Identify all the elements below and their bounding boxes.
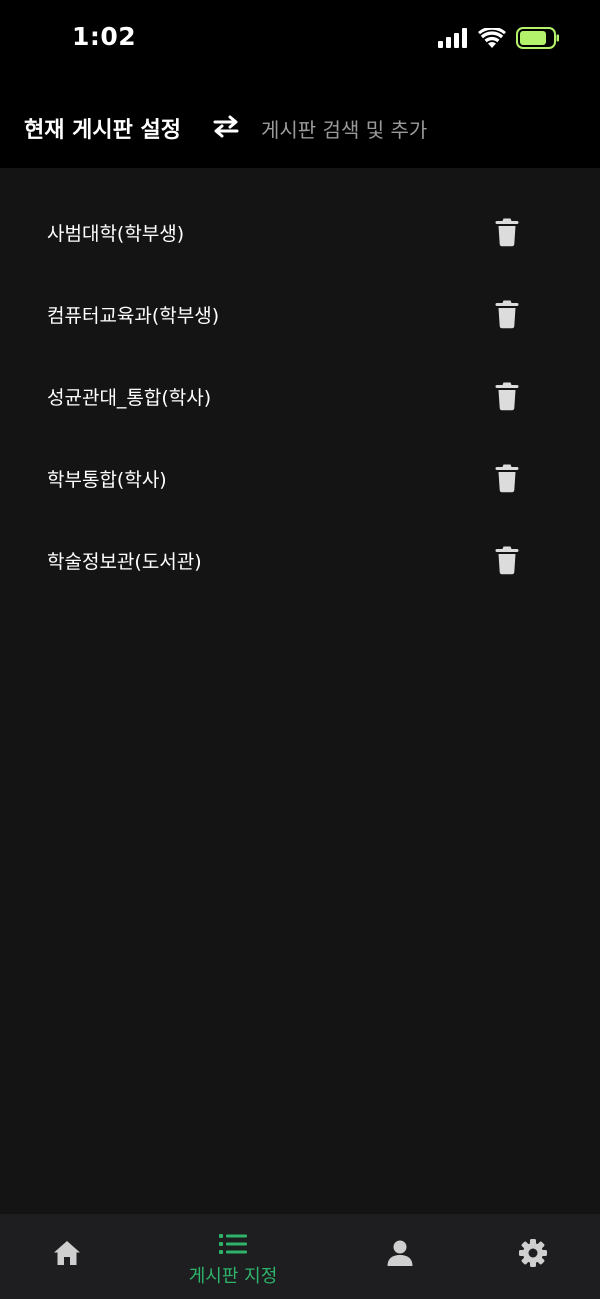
trash-icon xyxy=(495,464,519,493)
nav-item-board-select[interactable]: 게시판 지정 xyxy=(158,1214,308,1299)
gear-icon xyxy=(518,1238,548,1268)
board-list: 사범대학(학부생) 컴퓨터교육과(학부생) 성균관대_통합(학사) 학부통합(학… xyxy=(0,168,600,1214)
board-label: 성균관대_통합(학사) xyxy=(47,387,212,409)
board-item: 학술정보관(도서관) xyxy=(0,519,600,601)
wifi-icon xyxy=(478,26,506,53)
delete-button[interactable] xyxy=(492,543,522,577)
swap-arrows-icon[interactable] xyxy=(211,114,241,138)
signal-icon xyxy=(438,28,468,52)
board-item: 학부통합(학사) xyxy=(0,437,600,519)
person-icon xyxy=(385,1238,415,1268)
nav-item-profile[interactable] xyxy=(325,1214,475,1299)
board-label: 컴퓨터교육과(학부생) xyxy=(47,305,220,327)
page-title: 현재 게시판 설정 xyxy=(24,118,181,143)
delete-button[interactable] xyxy=(492,461,522,495)
board-label: 학술정보관(도서관) xyxy=(47,551,202,573)
nav-label: 게시판 지정 xyxy=(188,1266,278,1287)
board-item: 컴퓨터교육과(학부생) xyxy=(0,273,600,355)
home-icon xyxy=(52,1238,82,1268)
trash-icon xyxy=(495,382,519,411)
battery-icon xyxy=(516,27,560,53)
list-icon xyxy=(218,1229,248,1259)
header: 현재 게시판 설정 게시판 검색 및 추가 xyxy=(0,80,600,168)
board-label: 사범대학(학부생) xyxy=(47,223,185,245)
board-label: 학부통합(학사) xyxy=(47,469,167,491)
trash-icon xyxy=(495,218,519,247)
status-bar: 1:02 xyxy=(0,0,600,80)
board-item: 사범대학(학부생) xyxy=(0,191,600,273)
status-icons xyxy=(438,26,560,53)
board-item: 성균관대_통합(학사) xyxy=(0,355,600,437)
bottom-nav: 게시판 지정 xyxy=(0,1214,600,1299)
delete-button[interactable] xyxy=(492,379,522,413)
nav-item-settings[interactable] xyxy=(458,1214,600,1299)
trash-icon xyxy=(495,546,519,575)
trash-icon xyxy=(495,300,519,329)
delete-button[interactable] xyxy=(492,215,522,249)
status-time: 1:02 xyxy=(72,22,137,51)
delete-button[interactable] xyxy=(492,297,522,331)
search-add-board-link[interactable]: 게시판 검색 및 추가 xyxy=(261,114,427,143)
nav-item-home[interactable] xyxy=(0,1214,142,1299)
